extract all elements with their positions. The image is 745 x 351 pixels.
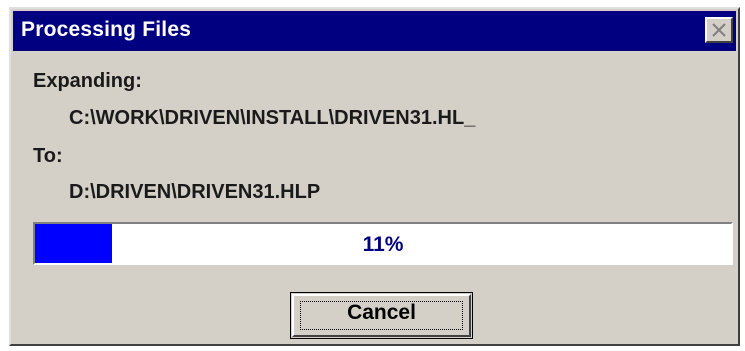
processing-files-dialog: Processing Files Expanding: C:\WORK\DRIV… [9,7,740,346]
progress-percent: 11% [362,233,404,256]
destination-label: To: [33,145,63,167]
close-icon [712,23,726,37]
destination-path: D:\DRIVEN\DRIVEN31.HLP [69,181,321,203]
title-bar[interactable]: Processing Files [13,11,736,51]
cancel-button[interactable]: Cancel [290,292,473,339]
close-button[interactable] [705,17,733,43]
progress-bar: 11% [33,222,733,265]
source-path: C:\WORK\DRIVEN\INSTALL\DRIVEN31.HL_ [69,107,476,129]
source-label: Expanding: [33,70,142,92]
cancel-button-label: Cancel [347,301,416,324]
window-title: Processing Files [21,18,192,41]
